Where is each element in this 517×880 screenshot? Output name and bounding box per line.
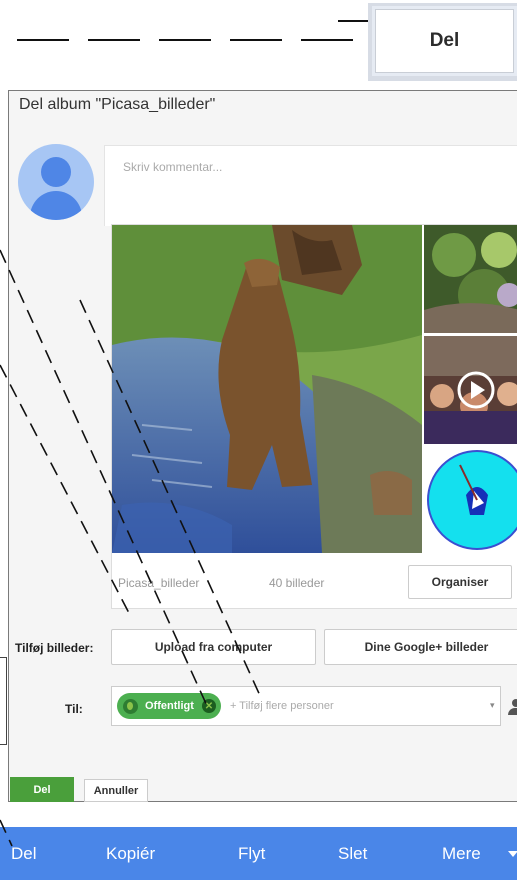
album-name: Picasa_billeder: [118, 576, 200, 590]
action-move[interactable]: Flyt: [238, 844, 265, 864]
share-button[interactable]: Del: [375, 9, 514, 73]
public-chip-label: Offentligt: [145, 700, 194, 712]
action-more[interactable]: Mere: [442, 844, 481, 864]
album-photo-count: 40 billeder: [269, 576, 325, 590]
comment-input[interactable]: Skriv kommentar...: [104, 145, 517, 226]
album-thumbnail[interactable]: [424, 447, 517, 553]
google-plus-photos-button[interactable]: Dine Google+ billeder: [324, 629, 517, 665]
comment-placeholder: Skriv kommentar...: [123, 160, 223, 174]
share-submit-button[interactable]: Del: [10, 777, 74, 802]
person-icon[interactable]: [507, 699, 517, 717]
action-share[interactable]: Del: [11, 844, 37, 864]
avatar-icon: [18, 144, 94, 220]
upload-from-computer-button[interactable]: Upload fra computer: [111, 629, 316, 665]
dash-segment: [17, 39, 69, 41]
remove-icon[interactable]: ✕: [201, 699, 216, 713]
dash-segment: [88, 39, 140, 41]
album-cover-photo[interactable]: [112, 225, 422, 553]
dash-segment: [301, 39, 353, 41]
share-album-dialog: Del album "Picasa_billeder" Skriv kommen…: [8, 90, 517, 802]
chevron-down-icon: [508, 851, 517, 857]
organise-button[interactable]: Organiser: [408, 565, 512, 599]
add-photos-label: Tilføj billeder:: [15, 641, 94, 655]
dash-segment: [230, 39, 282, 41]
side-panel-edge: [0, 657, 7, 745]
to-label: Til:: [65, 702, 83, 716]
action-delete[interactable]: Slet: [338, 844, 367, 864]
album-preview-card: Picasa_billeder 40 billeder Organiser: [111, 224, 517, 609]
public-chip[interactable]: Offentligt ✕: [117, 693, 221, 719]
action-copy[interactable]: Kopiér: [106, 844, 155, 864]
share-button-frame: Del: [368, 3, 517, 81]
cancel-button[interactable]: Annuller: [84, 779, 148, 802]
add-people-input[interactable]: + Tilføj flere personer: [230, 700, 334, 712]
album-thumbnail[interactable]: [424, 225, 517, 333]
recipients-field[interactable]: Offentligt ✕ + Tilføj flere personer ▾: [111, 686, 501, 726]
globe-icon: [123, 698, 138, 714]
action-bar: Del Kopiér Flyt Slet Mere: [0, 827, 517, 880]
chevron-down-icon[interactable]: ▾: [490, 700, 495, 711]
dash-segment: [159, 39, 211, 41]
dialog-title: Del album "Picasa_billeder": [19, 96, 216, 113]
album-video-thumbnail[interactable]: [424, 336, 517, 444]
